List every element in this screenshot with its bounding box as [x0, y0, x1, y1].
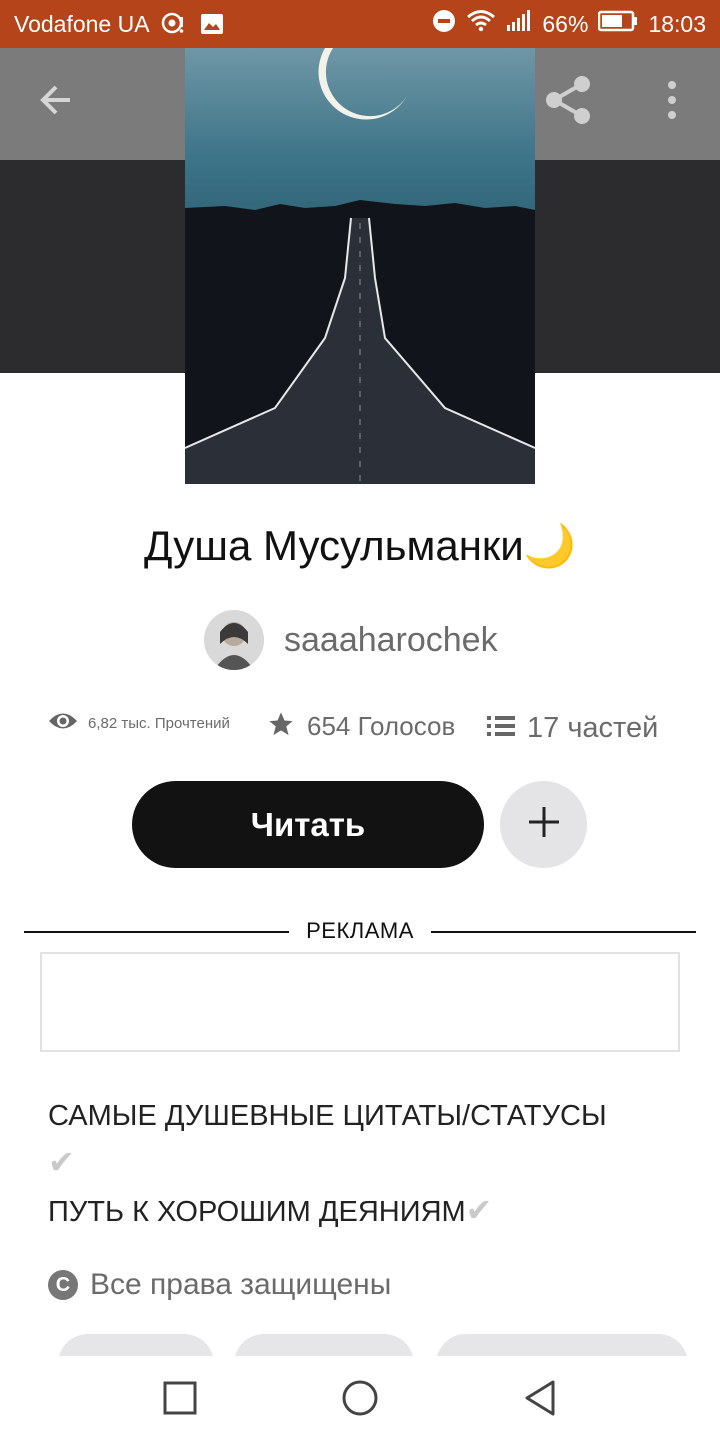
reads-count: 6,82 тыс. Прочтений	[88, 715, 230, 732]
parts-count: 17 частей	[527, 712, 659, 744]
system-nav-bar	[0, 1356, 720, 1440]
story-cover	[185, 48, 535, 484]
more-vert-icon[interactable]	[642, 70, 702, 130]
check-mark-icon: ✔	[48, 1144, 75, 1180]
copyright-notice: C Все права защищены	[48, 1268, 391, 1302]
status-bar: Vodafone UA 66% 18:03	[0, 0, 720, 48]
back-icon[interactable]	[510, 1368, 570, 1428]
ad-banner[interactable]	[40, 952, 680, 1052]
battery-percent: 66%	[542, 10, 589, 37]
clock: 18:03	[648, 10, 706, 37]
avatar[interactable]	[204, 610, 264, 670]
story-stats: 6,82 тыс. Прочтений 654 Голосов 17 часте…	[0, 704, 720, 754]
carrier-name: Vodafone UA	[14, 10, 150, 37]
moon-emoji-icon: 🌙	[523, 522, 577, 569]
wifi-icon	[466, 9, 496, 39]
share-icon[interactable]	[538, 70, 598, 130]
location-pin-icon	[160, 11, 186, 37]
ad-label-text: РЕКЛАМА	[306, 918, 414, 943]
dnd-icon	[432, 9, 456, 39]
votes-stat: 654 Голосов	[267, 710, 455, 743]
read-button-label: Читать	[250, 805, 366, 843]
author-name[interactable]: saaaharochek	[284, 621, 498, 660]
image-icon	[200, 13, 224, 35]
tag-list	[0, 1330, 720, 1356]
tag-chip[interactable]	[436, 1334, 688, 1356]
reads-stat: 6,82 тыс. Прочтений	[48, 710, 230, 737]
battery-icon	[598, 10, 638, 38]
ad-label: РЕКЛАМА	[0, 918, 720, 948]
story-title: Душа Мусульманки🌙	[0, 522, 720, 571]
copyright-icon: C	[48, 1270, 78, 1300]
eye-icon	[48, 710, 78, 737]
description-line-2: ПУТЬ К ХОРОШИМ ДЕЯНИЯМ	[48, 1196, 466, 1228]
recent-apps-icon[interactable]	[150, 1368, 210, 1428]
signal-icon	[506, 10, 532, 38]
ad-divider-left	[24, 931, 289, 933]
description-line-1: САМЫЕ ДУШЕВНЫЕ ЦИТАТЫ/СТАТУСЫ	[48, 1100, 607, 1132]
story-title-text: Душа Мусульманки	[143, 522, 524, 569]
plus-icon	[527, 805, 561, 844]
author-link[interactable]: saaaharochek	[204, 610, 498, 670]
home-icon[interactable]	[330, 1368, 390, 1428]
star-icon	[267, 710, 295, 743]
check-mark-icon: ✔	[465, 1192, 493, 1228]
copyright-text: Все права защищены	[90, 1268, 392, 1301]
tag-chip[interactable]	[58, 1334, 214, 1356]
read-button[interactable]: Читать	[132, 781, 484, 868]
ad-divider-right	[431, 931, 696, 933]
list-icon	[487, 714, 515, 743]
story-description: САМЫЕ ДУШЕВНЫЕ ЦИТАТЫ/СТАТУСЫ ✔ ПУТЬ К Х…	[48, 1093, 678, 1235]
tag-chip[interactable]	[234, 1334, 414, 1356]
add-to-library-button[interactable]	[500, 781, 587, 868]
back-arrow-icon[interactable]	[26, 70, 86, 130]
votes-count: 654 Голосов	[307, 711, 456, 741]
parts-stat: 17 частей	[487, 712, 658, 745]
